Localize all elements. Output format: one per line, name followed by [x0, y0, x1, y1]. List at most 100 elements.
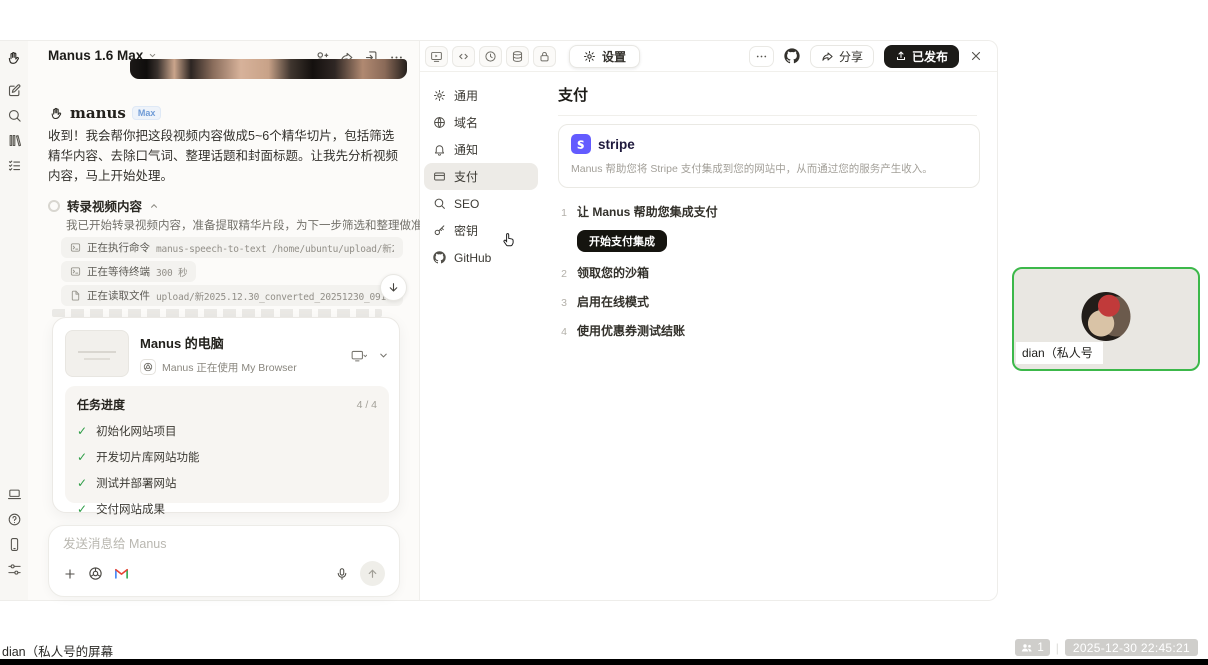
library-button[interactable] — [6, 132, 22, 148]
task-item-label: 初始化网站项目 — [96, 426, 177, 438]
payment-settings: 支付 stripe Manus 帮助您将 Stripe 支付集成到您的网站中，从… — [542, 72, 997, 600]
settings-nav-seo[interactable]: SEO — [424, 190, 538, 217]
settings-nav-general[interactable]: 通用 — [424, 82, 538, 109]
nav-label: 支付 — [454, 170, 479, 184]
settings-nav: 通用 域名 通知 支付 SEO 密钥 GitHub — [420, 72, 542, 281]
check-icon: ✓ — [77, 424, 88, 438]
webcam-overlay[interactable]: dian（私人号 — [1012, 267, 1200, 371]
clipped-text-line — [52, 309, 382, 317]
scroll-to-bottom-button[interactable] — [380, 274, 407, 301]
globe-icon — [433, 116, 446, 129]
step-text: 启用在线模式 — [577, 295, 650, 309]
manus-logo-icon[interactable] — [6, 50, 22, 66]
collapse-chevron-icon[interactable] — [378, 334, 389, 377]
mic-button[interactable] — [335, 567, 349, 581]
session-title: Manus 1.6 Max — [48, 48, 144, 63]
code-view-button[interactable] — [452, 45, 475, 67]
app-sidebar — [0, 41, 28, 600]
payment-step: 4 使用优惠券测试结账 — [558, 322, 977, 339]
settings-nav-github[interactable]: GitHub — [424, 244, 538, 271]
tasks-button[interactable] — [6, 157, 22, 173]
command-detail: 300 秒 — [156, 267, 188, 279]
upload-icon — [895, 50, 907, 62]
step-number: 1 — [561, 207, 567, 219]
settings-nav-notifications[interactable]: 通知 — [424, 136, 538, 163]
browser-chip-icon[interactable] — [88, 566, 103, 581]
preview-app-button[interactable] — [425, 45, 448, 67]
screen-share-stage: Manus 1.6 Max manus Max 收到！我会帮你把这段视频内容做成… — [0, 0, 1208, 665]
start-payment-integration-button[interactable]: 开始支付集成 — [577, 230, 667, 252]
command-row[interactable]: 正在读取文件 upload/新2025.12.30_converted_2025… — [61, 285, 403, 306]
lock-button[interactable] — [533, 45, 556, 67]
published-button[interactable]: 已发布 — [883, 44, 959, 68]
command-row[interactable]: 正在执行命令 manus-speech-to-text /home/ubuntu… — [61, 237, 403, 258]
task-progress-count: 4 / 4 — [356, 398, 377, 411]
step-text: 领取您的沙箱 — [577, 266, 650, 280]
history-button[interactable] — [479, 45, 502, 67]
agent-name: manus — [70, 104, 126, 122]
workspace-toolbar: 设置 分享 已发布 — [420, 41, 997, 72]
nav-label: 域名 — [454, 116, 479, 130]
spinner-icon — [48, 199, 60, 212]
step-number: 2 — [561, 268, 567, 280]
workspace-panel: 设置 分享 已发布 通用 域名 通知 支付 SEO 密钥 GitHub 支付 s… — [420, 41, 997, 600]
terminal-icon — [70, 242, 81, 253]
separator: | — [1055, 640, 1059, 655]
task-item-label: 开发切片库网站功能 — [96, 452, 200, 464]
close-button[interactable] — [969, 49, 983, 63]
monitor-toggle-icon[interactable] — [351, 334, 367, 377]
nav-label: 通用 — [454, 89, 479, 103]
preferences-button[interactable] — [6, 561, 22, 577]
stripe-logo-icon — [571, 134, 591, 154]
check-icon: ✓ — [77, 450, 88, 464]
send-button[interactable] — [360, 561, 385, 586]
more-options-button[interactable] — [748, 45, 774, 67]
share-arrow-icon — [821, 50, 834, 63]
settings-button[interactable]: 设置 — [569, 44, 641, 68]
command-row[interactable]: 正在等待终端 300 秒 — [61, 261, 197, 282]
published-button-label: 已发布 — [911, 49, 948, 64]
task-item: ✓ 初始化网站项目 — [77, 423, 377, 439]
check-icon: ✓ — [77, 502, 88, 516]
database-button[interactable] — [506, 45, 529, 67]
computer-preview-thumbnail[interactable] — [65, 330, 129, 377]
file-icon — [70, 290, 81, 301]
settings-nav-domain[interactable]: 域名 — [424, 109, 538, 136]
stripe-provider-card: stripe Manus 帮助您将 Stripe 支付集成到您的网站中，从而通过… — [558, 124, 980, 188]
cursor-pointer — [503, 233, 514, 247]
mobile-button[interactable] — [6, 536, 22, 552]
settings-nav-payments[interactable]: 支付 — [424, 163, 538, 190]
manus-logo-icon — [48, 105, 64, 121]
settings-nav-secrets[interactable]: 密钥 — [424, 217, 538, 244]
gmail-chip-icon[interactable] — [114, 567, 129, 580]
key-icon — [433, 224, 446, 237]
nav-label: SEO — [454, 196, 480, 211]
viewers-icon — [1021, 643, 1033, 653]
task-item-label: 测试并部署网站 — [96, 478, 177, 490]
search-button[interactable] — [6, 107, 22, 123]
share-button-label: 分享 — [838, 49, 863, 64]
browser-icon — [140, 359, 156, 375]
message-input[interactable] — [63, 537, 385, 551]
command-action: 正在读取文件 — [87, 290, 150, 302]
video-thumbnail[interactable] — [130, 59, 407, 79]
terminal-icon — [70, 266, 81, 277]
screen-share-status: 1 | 2025-12-30 22:45:21 — [1015, 639, 1198, 656]
search-icon — [433, 197, 446, 210]
share-button[interactable]: 分享 — [809, 44, 874, 68]
agent-identity: manus Max — [48, 104, 162, 122]
stripe-description: Manus 帮助您将 Stripe 支付集成到您的网站中，从而通过您的服务产生收… — [571, 163, 933, 175]
gear-icon — [433, 89, 446, 102]
command-action: 正在执行命令 — [87, 242, 150, 254]
payment-title: 支付 — [558, 84, 977, 116]
laptop-button[interactable] — [6, 486, 22, 502]
payment-step: 2 领取您的沙箱 — [558, 264, 977, 281]
step-section-header[interactable]: 转录视频内容 — [48, 196, 159, 215]
chevron-up-icon[interactable] — [149, 201, 159, 211]
help-button[interactable] — [6, 511, 22, 527]
settings-button-label: 设置 — [602, 49, 627, 64]
attach-plus-button[interactable] — [63, 567, 77, 581]
compose-button[interactable] — [6, 82, 22, 98]
github-icon[interactable] — [784, 48, 800, 64]
screen-share-label: dian（私人号的屏幕 — [2, 645, 114, 659]
